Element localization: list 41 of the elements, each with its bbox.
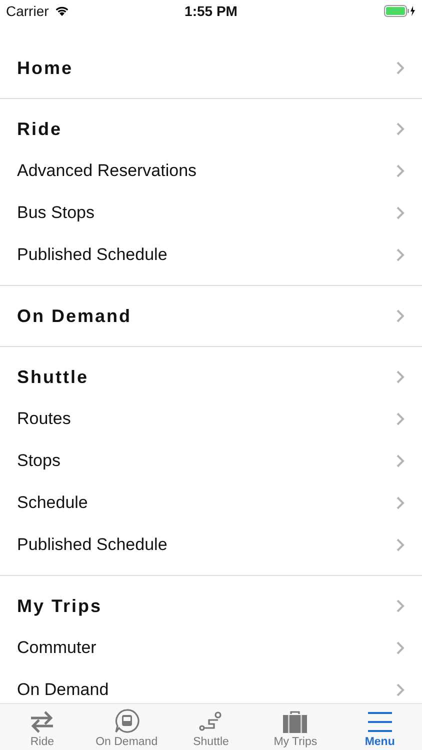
menu-icon xyxy=(366,710,393,734)
chevron-icon xyxy=(396,248,405,262)
menu-item[interactable]: Advanced Reservations xyxy=(17,161,197,181)
chevron-icon xyxy=(396,599,405,613)
tab[interactable]: Menu xyxy=(338,704,422,750)
menu-item[interactable]: Published Schedule xyxy=(17,245,168,265)
wifi-icon xyxy=(54,5,70,17)
chevron-icon xyxy=(396,164,405,178)
status-time: 1:55 PM xyxy=(184,3,238,19)
chevron-icon xyxy=(396,454,405,468)
section-title[interactable]: Shuttle xyxy=(17,366,88,388)
tab[interactable]: On Demand xyxy=(84,704,169,750)
chevron-icon xyxy=(396,370,405,384)
chevron-icon xyxy=(396,122,405,136)
tab[interactable]: Ride xyxy=(0,704,84,750)
section-title[interactable]: Home xyxy=(17,58,74,78)
menu-item[interactable]: Bus Stops xyxy=(17,203,94,223)
bus-bubble-icon xyxy=(114,708,140,734)
menu-item[interactable]: Routes xyxy=(17,409,71,429)
menu-item[interactable]: Schedule xyxy=(17,493,88,513)
tab[interactable]: Shuttle xyxy=(168,704,254,750)
menu-item[interactable]: On Demand xyxy=(17,680,109,700)
chevron-icon xyxy=(396,309,405,323)
tab[interactable]: My Trips xyxy=(253,704,338,750)
chevron-icon xyxy=(396,496,405,510)
chevron-icon xyxy=(396,538,405,552)
battery-icon xyxy=(384,5,416,17)
section-title[interactable]: Ride xyxy=(17,118,62,140)
chevron-icon xyxy=(396,412,405,426)
menu-item[interactable]: Commuter xyxy=(17,638,96,658)
chevron-icon xyxy=(396,683,405,697)
chevron-icon xyxy=(396,61,405,75)
section-title[interactable]: My Trips xyxy=(17,596,102,616)
section-title[interactable]: On Demand xyxy=(17,306,132,326)
menu-item[interactable]: Stops xyxy=(17,451,60,471)
swap-arrows-icon xyxy=(29,710,56,734)
menu-item[interactable]: Published Schedule xyxy=(17,535,168,555)
suitcase-icon xyxy=(282,710,308,734)
carrier-name: Carrier xyxy=(6,3,49,19)
chevron-icon xyxy=(396,641,405,655)
chevron-icon xyxy=(396,206,405,220)
